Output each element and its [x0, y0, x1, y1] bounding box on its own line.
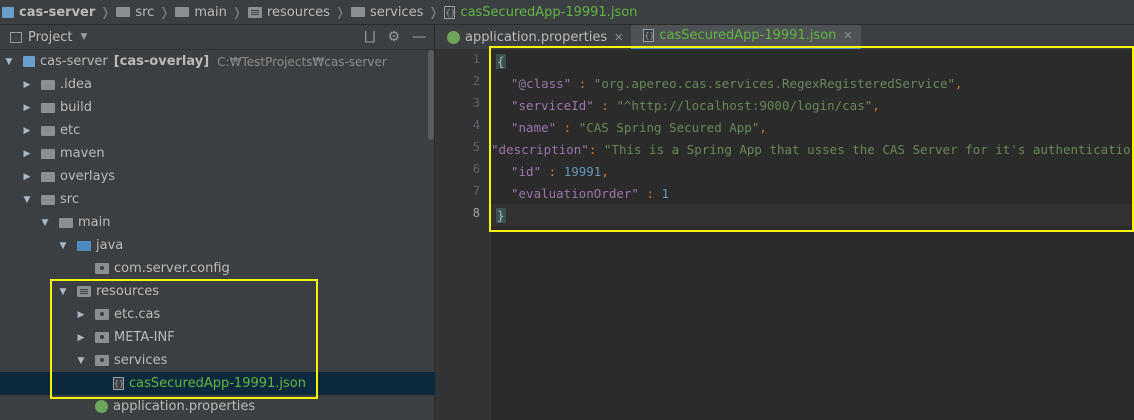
folder-icon [41, 125, 55, 136]
resources-folder-icon [77, 286, 91, 297]
code-line: { [496, 53, 506, 69]
tab-cas-secured-app-json[interactable]: casSecuredApp-19991.json ✕ [631, 25, 861, 49]
editor-area: application.properties ✕ casSecuredApp-1… [435, 25, 1134, 420]
package-icon [95, 263, 109, 274]
folder-icon [41, 102, 55, 113]
close-icon[interactable]: ✕ [843, 29, 852, 42]
project-view-selector[interactable]: Project ▼ [10, 30, 87, 45]
breadcrumb-item-main[interactable]: main ❭ [172, 0, 245, 24]
package-icon [95, 309, 109, 320]
project-panel-header: Project ▼ ⨆ ⚙ — [0, 25, 434, 50]
json-file-icon [643, 29, 655, 42]
code-line-current: } [491, 204, 1134, 226]
source-folder-icon [77, 240, 91, 251]
tree-item-maven[interactable]: ▶ maven [0, 142, 457, 165]
spring-leaf-icon [447, 30, 460, 44]
folder-icon [41, 148, 55, 159]
spring-leaf-icon [95, 400, 108, 413]
tree-item-cas-server[interactable]: ▼ cas-server [cas-overlay] C:₩TestProjec… [0, 50, 439, 73]
collapsed-arrow-icon[interactable]: ▶ [23, 149, 31, 159]
line-number: 2 [472, 74, 480, 88]
project-panel: Project ▼ ⨆ ⚙ — ▼ cas-server [cas-overla… [0, 25, 529, 420]
package-icon [95, 332, 109, 343]
line-number: 7 [472, 184, 480, 198]
line-number: 4 [472, 118, 480, 132]
folder-icon [116, 7, 131, 17]
collapsed-arrow-icon[interactable]: ▶ [23, 172, 31, 182]
line-number: 8 [472, 206, 480, 220]
expanded-arrow-icon[interactable]: ▼ [23, 195, 31, 205]
folder-icon [41, 171, 55, 182]
collapsed-arrow-icon[interactable]: ▶ [77, 310, 85, 320]
breadcrumb-item-services[interactable]: services ❭ [348, 0, 441, 24]
package-icon [95, 355, 109, 366]
line-number-gutter: 1 2 3 4 5 6 7 8 [435, 50, 491, 420]
line-number: 1 [472, 52, 480, 66]
breadcrumb: cas-server ❭ src ❭ main ❭ resources ❭ servic… [0, 0, 1134, 25]
folder-icon [175, 7, 190, 17]
folder-icon [41, 194, 55, 205]
expanded-arrow-icon[interactable]: ▼ [41, 218, 49, 228]
folder-icon [41, 79, 55, 90]
hide-panel-icon[interactable]: — [412, 29, 426, 45]
chevron-right-icon: ❭ [334, 5, 346, 19]
resources-folder-icon [247, 6, 262, 18]
collapsed-arrow-icon[interactable]: ▶ [23, 103, 31, 113]
line-number: 6 [472, 162, 480, 176]
collapsed-arrow-icon[interactable]: ▶ [77, 333, 85, 343]
tab-application-properties[interactable]: application.properties ✕ [435, 25, 631, 49]
line-number: 5 [472, 140, 480, 154]
breadcrumb-item-json-file[interactable]: casSecuredApp-19991.json [441, 0, 640, 24]
dropdown-arrow-icon: ▼ [80, 32, 88, 42]
project-window-icon [10, 31, 22, 43]
chevron-right-icon: ❭ [159, 5, 170, 19]
code-line: "evaluationOrder" : 1 [511, 185, 670, 201]
expanded-arrow-icon[interactable]: ▼ [5, 57, 13, 67]
breadcrumb-item-src[interactable]: src ❭ [113, 0, 172, 24]
chevron-right-icon: ❭ [428, 5, 439, 19]
code-line: "serviceId" : "^http://localhost:9000/lo… [511, 97, 880, 113]
tree-item-main[interactable]: ▼ main [0, 211, 475, 234]
tree-item-java[interactable]: ▼ java [0, 234, 493, 257]
code-editor[interactable]: { "@class" : "org.apereo.cas.services.Re… [491, 50, 1134, 420]
line-number: 3 [472, 96, 480, 110]
expanded-arrow-icon[interactable]: ▼ [59, 287, 67, 297]
chevron-right-icon: ❭ [100, 5, 111, 19]
code-line: "name" : "CAS Spring Secured App", [511, 119, 767, 135]
json-file-icon [113, 377, 124, 390]
expanded-arrow-icon[interactable]: ▼ [77, 356, 85, 366]
tree-item-etc[interactable]: ▶ etc [0, 119, 457, 142]
breadcrumb-item-resources[interactable]: resources ❭ [245, 0, 348, 24]
collapsed-arrow-icon[interactable]: ▶ [23, 126, 31, 136]
tree-item-idea[interactable]: ▶ .idea [0, 73, 457, 96]
expanded-arrow-icon[interactable]: ▼ [59, 241, 67, 251]
collapsed-arrow-icon[interactable]: ▶ [23, 80, 31, 90]
code-line: "id" : 19991, [511, 163, 609, 179]
module-icon [23, 56, 35, 67]
folder-icon [59, 217, 73, 228]
tree-item-build[interactable]: ▶ build [0, 96, 457, 119]
tree-item-resources[interactable]: ▼ resources [0, 280, 493, 303]
tree-item-src[interactable]: ▼ src [0, 188, 457, 211]
code-line: "description": "This is a Spring App tha… [491, 141, 1134, 157]
tree-scrollbar[interactable] [428, 50, 434, 140]
code-line: "@class" : "org.apereo.cas.services.Rege… [511, 75, 963, 91]
folder-icon [351, 7, 366, 17]
close-icon[interactable]: ✕ [614, 31, 623, 44]
collapse-all-icon[interactable]: ⨆ [364, 29, 375, 45]
json-file-icon [444, 5, 456, 19]
project-icon [2, 6, 14, 18]
editor-tabs: application.properties ✕ casSecuredApp-1… [435, 25, 1134, 50]
chevron-right-icon: ❭ [231, 5, 242, 19]
tree-item-overlays[interactable]: ▶ overlays [0, 165, 457, 188]
breadcrumb-item-cas-server[interactable]: cas-server ❭ [0, 0, 113, 24]
gear-icon[interactable]: ⚙ [387, 29, 400, 45]
